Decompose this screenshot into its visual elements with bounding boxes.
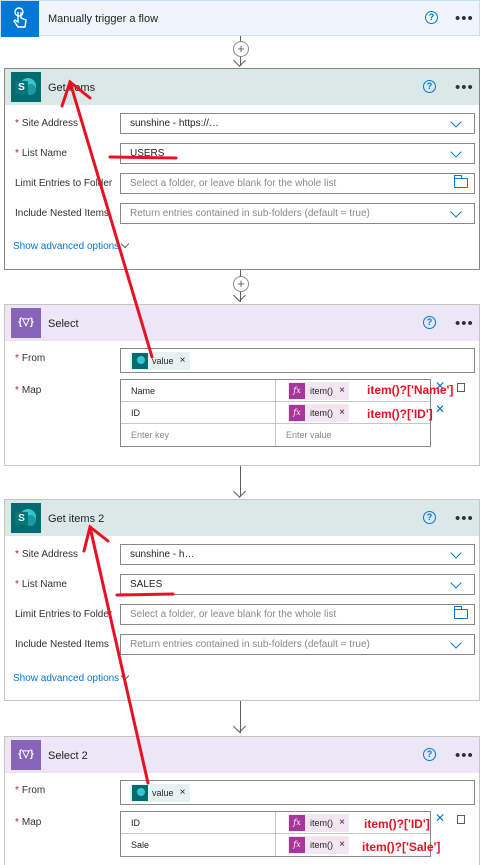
folder-icon[interactable] — [454, 606, 468, 619]
remove-icon[interactable]: × — [339, 382, 345, 400]
map-value-input[interactable]: Enter value — [276, 424, 430, 446]
expression-icon: fx — [289, 815, 305, 831]
list-name-dropdown[interactable]: SALES — [120, 574, 475, 595]
trigger-title: Manually trigger a flow — [48, 13, 159, 25]
field-label: * Site Address — [15, 118, 79, 129]
site-address-dropdown[interactable]: sunshine - https://… — [120, 113, 475, 134]
help-icon[interactable]: ? — [423, 748, 436, 761]
touch-icon — [1, 1, 39, 37]
nested-items-dropdown[interactable]: Return entries contained in sub-folders … — [120, 634, 475, 655]
remove-icon[interactable]: × — [339, 404, 345, 422]
annotation-text: item()?['Sale'] — [362, 840, 441, 854]
annotation-text: item()?['ID'] — [364, 817, 430, 831]
sharepoint-icon: S — [11, 72, 41, 102]
folder-picker[interactable]: Select a folder, or leave blank for the … — [120, 173, 475, 194]
show-advanced-link[interactable]: Show advanced options — [13, 241, 119, 252]
folder-picker[interactable]: Select a folder, or leave blank for the … — [120, 604, 475, 625]
nested-items-dropdown[interactable]: Return entries contained in sub-folders … — [120, 203, 475, 224]
dynamic-content-token[interactable]: value × — [130, 784, 190, 802]
annotation-text: item()?['ID'] — [367, 407, 433, 421]
field-label: Include Nested Items — [15, 208, 109, 219]
expression-token[interactable]: fx item() × — [288, 404, 349, 422]
sharepoint-icon: S — [11, 503, 41, 533]
help-icon[interactable]: ? — [423, 316, 436, 329]
from-input[interactable]: value × — [120, 780, 475, 805]
card-title: Select 2 — [48, 750, 88, 762]
field-label: Limit Entries to Folder — [15, 609, 113, 620]
dynamic-content-token[interactable]: value × — [130, 352, 190, 370]
chevron-down-icon — [450, 206, 462, 218]
chevron-down-icon — [450, 637, 462, 649]
copy-icon[interactable] — [457, 815, 465, 824]
list-name-dropdown[interactable]: USERS — [120, 143, 475, 164]
remove-icon[interactable]: × — [180, 784, 186, 802]
field-label: * List Name — [15, 579, 67, 590]
map-row: Enter key Enter value — [121, 424, 430, 446]
more-options-icon[interactable]: ••• — [455, 511, 473, 526]
help-icon[interactable]: ? — [425, 11, 438, 24]
expression-token[interactable]: fx item() × — [288, 836, 349, 854]
expression-icon: fx — [289, 405, 305, 421]
more-options-icon[interactable]: ••• — [455, 11, 473, 26]
field-label: * List Name — [15, 148, 67, 159]
help-icon[interactable]: ? — [423, 511, 436, 524]
map-key-input[interactable]: Enter key — [121, 424, 276, 446]
copy-icon[interactable] — [457, 383, 465, 392]
chevron-down-icon — [450, 146, 462, 158]
help-icon[interactable]: ? — [423, 80, 436, 93]
card-title: Get items — [48, 82, 96, 94]
card-title: Get items 2 — [48, 513, 105, 525]
map-key-input[interactable]: Name — [121, 380, 276, 402]
show-advanced-link[interactable]: Show advanced options — [13, 673, 119, 684]
more-options-icon[interactable]: ••• — [455, 748, 473, 763]
delete-row-icon[interactable]: ✕ — [435, 811, 445, 825]
folder-icon[interactable] — [454, 175, 468, 188]
chevron-down-icon — [450, 547, 462, 559]
chevron-down-icon — [450, 116, 462, 128]
more-options-icon[interactable]: ••• — [455, 80, 473, 95]
field-label: Limit Entries to Folder — [15, 178, 113, 189]
arrow-down-icon — [233, 720, 246, 733]
remove-icon[interactable]: × — [339, 814, 345, 832]
arrow-down-icon — [233, 485, 246, 498]
field-label: * Map — [15, 385, 42, 396]
field-label: Include Nested Items — [15, 639, 109, 650]
field-label: * Site Address — [15, 549, 79, 560]
annotation-text: item()?['Name'] — [367, 383, 454, 397]
expression-token[interactable]: fx item() × — [288, 382, 349, 400]
expression-icon: fx — [289, 837, 305, 853]
field-label: * From — [15, 785, 46, 796]
insert-step-button[interactable]: + — [233, 276, 249, 292]
map-key-input[interactable]: ID — [121, 402, 276, 424]
more-options-icon[interactable]: ••• — [455, 316, 473, 331]
sharepoint-icon — [132, 785, 148, 801]
chevron-down-icon[interactable] — [120, 671, 130, 681]
data-operation-icon: {▽} — [11, 308, 41, 338]
chevron-down-icon — [450, 577, 462, 589]
chevron-down-icon[interactable] — [120, 239, 130, 249]
get-items-card: S Get items ? ••• * Site Address sunshine… — [4, 68, 480, 270]
data-operation-icon: {▽} — [11, 740, 41, 770]
get-items-2-card: S Get items 2 ? ••• * Site Address sunshi… — [4, 499, 480, 701]
expression-token[interactable]: fx item() × — [288, 814, 349, 832]
remove-icon[interactable]: × — [180, 352, 186, 370]
site-address-dropdown[interactable]: sunshine - h… — [120, 544, 475, 565]
map-key-input[interactable]: ID — [121, 812, 276, 834]
card-title: Select — [48, 318, 79, 330]
field-label: * From — [15, 353, 46, 364]
expression-icon: fx — [289, 383, 305, 399]
delete-row-icon[interactable]: ✕ — [435, 402, 445, 416]
remove-icon[interactable]: × — [339, 836, 345, 854]
sharepoint-icon — [132, 353, 148, 369]
from-input[interactable]: value × — [120, 348, 475, 373]
insert-step-button[interactable]: + — [233, 41, 249, 57]
map-key-input[interactable]: Sale — [121, 834, 276, 856]
field-label: * Map — [15, 817, 42, 828]
trigger-card[interactable]: Manually trigger a flow ? ••• — [0, 0, 480, 37]
